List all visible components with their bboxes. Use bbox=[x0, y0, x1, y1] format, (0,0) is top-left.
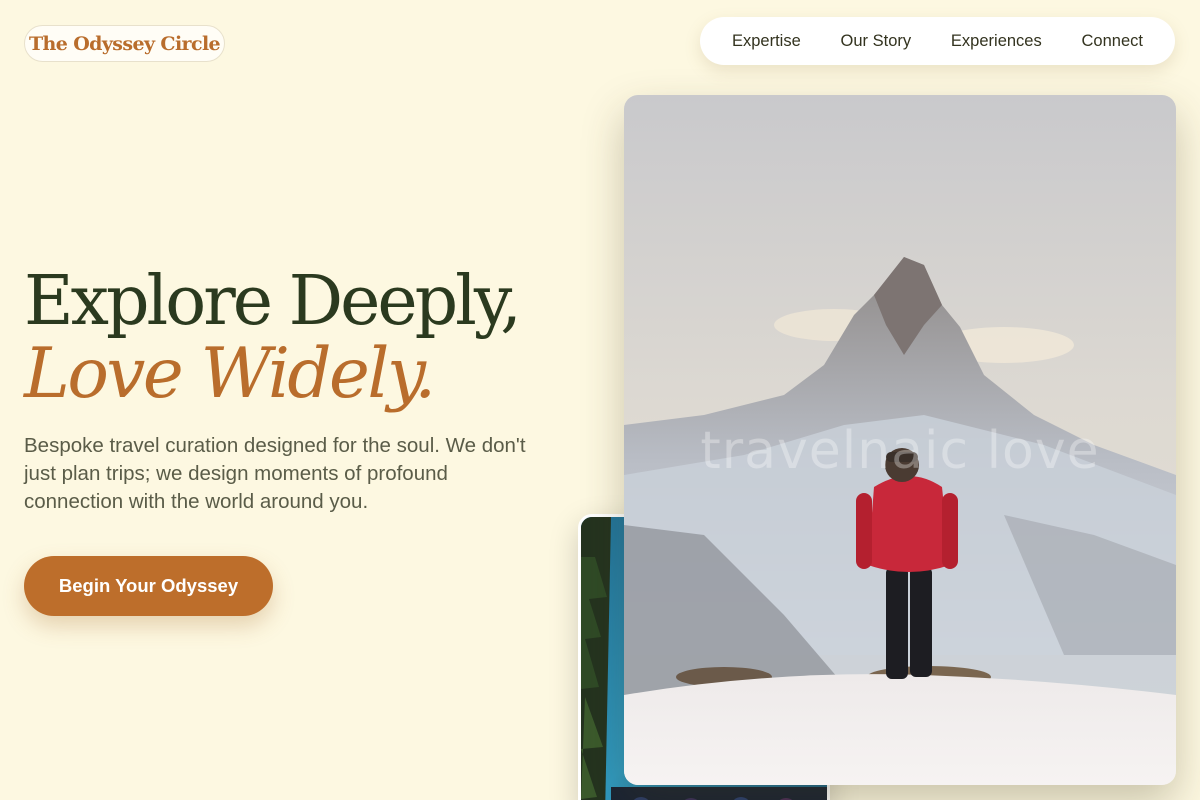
nav-link-experiences[interactable]: Experiences bbox=[951, 32, 1042, 51]
hero-description: Bespoke travel curation designed for the… bbox=[24, 434, 526, 513]
nav-link-expertise[interactable]: Expertise bbox=[732, 32, 801, 51]
brand-logo[interactable]: The Odyssey Circle bbox=[24, 25, 225, 62]
hero-headline: Explore Deeply, Love Widely. bbox=[24, 262, 522, 414]
hero-headline-line2: Love Widely. bbox=[24, 334, 436, 414]
nav-link-connect[interactable]: Connect bbox=[1082, 32, 1143, 51]
main-nav: Expertise Our Story Experiences Connect bbox=[700, 17, 1175, 65]
photo-watermark: travelnaic love bbox=[700, 421, 1100, 481]
brand-name: The Odyssey Circle bbox=[28, 32, 221, 55]
begin-odyssey-button[interactable]: Begin Your Odyssey bbox=[24, 556, 273, 616]
nav-link-our-story[interactable]: Our Story bbox=[841, 32, 912, 51]
mountain-hiker-photo: travelnaic love bbox=[624, 95, 1176, 785]
hero-headline-line1: Explore Deeply, bbox=[24, 262, 522, 341]
